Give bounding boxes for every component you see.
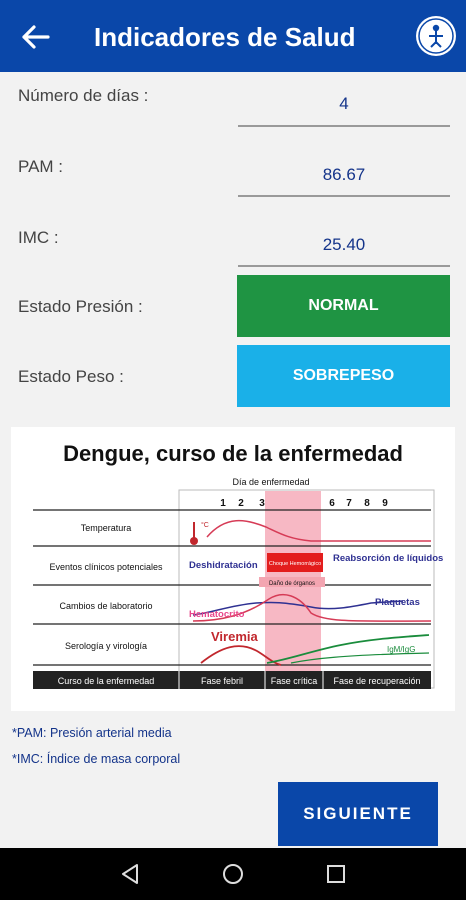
day-tick: 2 <box>238 498 244 509</box>
days-label: Número de días : <box>18 86 149 105</box>
days-axis-label: Día de enfermedad <box>232 477 309 487</box>
day-tick: 3 <box>259 498 265 509</box>
thermometer-icon <box>190 537 198 545</box>
institution-logo <box>416 16 456 56</box>
pam-value: 86.67 <box>322 165 366 184</box>
row-label-temperature: Temperatura <box>81 523 132 533</box>
days-value: 4 <box>339 94 349 113</box>
pressure-status-badge: NORMAL <box>237 275 450 337</box>
pam-underline <box>238 195 450 197</box>
phase-label-recovery: Fase de recuperación <box>333 676 420 686</box>
dehydration-label: Deshidratación <box>189 560 258 571</box>
pressure-status-label: Estado Presión : <box>18 297 143 316</box>
day-tick: 9 <box>382 498 388 509</box>
day-tick: 7 <box>346 498 352 509</box>
svg-text:°C: °C <box>201 521 209 529</box>
phase-label-febrile: Fase febril <box>201 676 243 686</box>
phase-label-course: Curso de la enfermedad <box>58 676 155 686</box>
triangle-back-icon[interactable] <box>115 859 145 889</box>
pam-footnote: *PAM: Presión arterial media <box>12 726 172 740</box>
row-label-serology: Serología y virología <box>65 641 147 651</box>
imc-label: IMC : <box>18 228 59 247</box>
row-label-lab-changes: Cambios de laboratorio <box>59 601 152 611</box>
square-recents-icon[interactable] <box>321 859 351 889</box>
day-tick: 8 <box>364 498 370 509</box>
imc-value: 25.40 <box>322 235 366 254</box>
dengue-course-diagram: Dengue, curso de la enfermedad Día de en… <box>11 427 455 711</box>
system-nav-bar <box>0 848 466 900</box>
hematocrit-label: Hematocrito <box>189 609 245 620</box>
organ-damage-label: Daño de órganos <box>269 581 315 587</box>
day-tick: 6 <box>329 498 335 509</box>
imc-footnote: *IMC: Índice de masa corporal <box>12 752 181 766</box>
platelets-label: Plaquetas <box>375 597 420 608</box>
weight-status-label: Estado Peso : <box>18 367 124 386</box>
next-button[interactable]: SIGUIENTE <box>278 782 438 846</box>
phase-label-critical: Fase crítica <box>271 676 318 686</box>
days-underline <box>238 125 450 127</box>
diagram-title: Dengue, curso de la enfermedad <box>63 441 403 466</box>
antibody-label: IgM/IgG <box>387 645 415 654</box>
reabsorption-label: Reabsorción de líquidos <box>333 553 443 564</box>
app-bar: Indicadores de Salud <box>0 0 466 72</box>
circle-home-icon[interactable] <box>218 859 248 889</box>
shock-label: Choque Hemorrágico <box>269 561 321 567</box>
day-tick: 1 <box>220 498 226 509</box>
row-label-clinical-events: Eventos clínicos potenciales <box>49 562 163 572</box>
page-title: Indicadores de Salud <box>94 22 356 52</box>
imc-underline <box>238 265 450 267</box>
pam-label: PAM : <box>18 157 64 176</box>
arrow-left-icon[interactable] <box>18 20 52 54</box>
weight-status-badge: SOBREPESO <box>237 345 450 407</box>
viremia-label: Viremia <box>211 629 259 644</box>
